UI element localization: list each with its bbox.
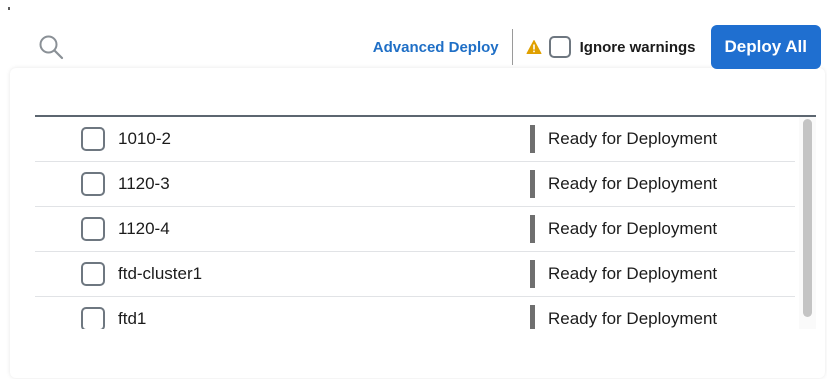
row-checkbox[interactable] xyxy=(81,307,105,329)
device-status: Ready for Deployment xyxy=(548,174,718,193)
device-name: 1010-2 xyxy=(118,129,171,148)
device-list: 1010-2 Ready for Deployment 1120-3 Ready… xyxy=(35,117,795,329)
table-row[interactable]: ftd1 Ready for Deployment xyxy=(35,297,795,329)
device-name: 1120-3 xyxy=(118,174,170,193)
status-indicator xyxy=(530,215,535,243)
advanced-deploy-link[interactable]: Advanced Deploy xyxy=(373,39,499,56)
ignore-warnings-label: Ignore warnings xyxy=(579,38,696,56)
search-icon[interactable] xyxy=(38,34,64,60)
device-name: 1120-4 xyxy=(118,219,170,238)
device-status: Ready for Deployment xyxy=(548,264,718,283)
ignore-warnings-checkbox[interactable] xyxy=(548,36,571,58)
device-name: ftd1 xyxy=(118,309,147,328)
table-row[interactable]: 1120-4 Ready for Deployment xyxy=(35,207,795,252)
row-checkbox[interactable] xyxy=(81,127,105,151)
status-indicator xyxy=(530,260,535,288)
deploy-page: Advanced Deploy Ignore warnings Deploy A… xyxy=(0,0,827,379)
toolbar-divider xyxy=(511,29,513,65)
table-row[interactable]: 1010-2 Ready for Deployment xyxy=(35,117,795,162)
device-status: Ready for Deployment xyxy=(548,219,718,238)
scrollbar-thumb[interactable] xyxy=(803,119,812,317)
row-checkbox[interactable] xyxy=(81,172,105,196)
warning-icon xyxy=(526,40,542,54)
table-row[interactable]: 1120-3 Ready for Deployment xyxy=(35,162,795,207)
deploy-all-button[interactable]: Deploy All xyxy=(710,25,821,69)
table-row[interactable]: ftd-cluster1 Ready for Deployment xyxy=(35,252,795,297)
row-checkbox[interactable] xyxy=(81,217,105,241)
device-name: ftd-cluster1 xyxy=(118,264,203,283)
status-indicator xyxy=(530,305,535,329)
corner-mark xyxy=(8,7,10,10)
row-checkbox[interactable] xyxy=(81,262,105,286)
device-status: Ready for Deployment xyxy=(548,309,718,328)
status-indicator xyxy=(530,125,535,153)
status-indicator xyxy=(530,170,535,198)
deploy-toolbar: Advanced Deploy Ignore warnings Deploy A… xyxy=(373,25,821,69)
device-status: Ready for Deployment xyxy=(548,129,718,148)
